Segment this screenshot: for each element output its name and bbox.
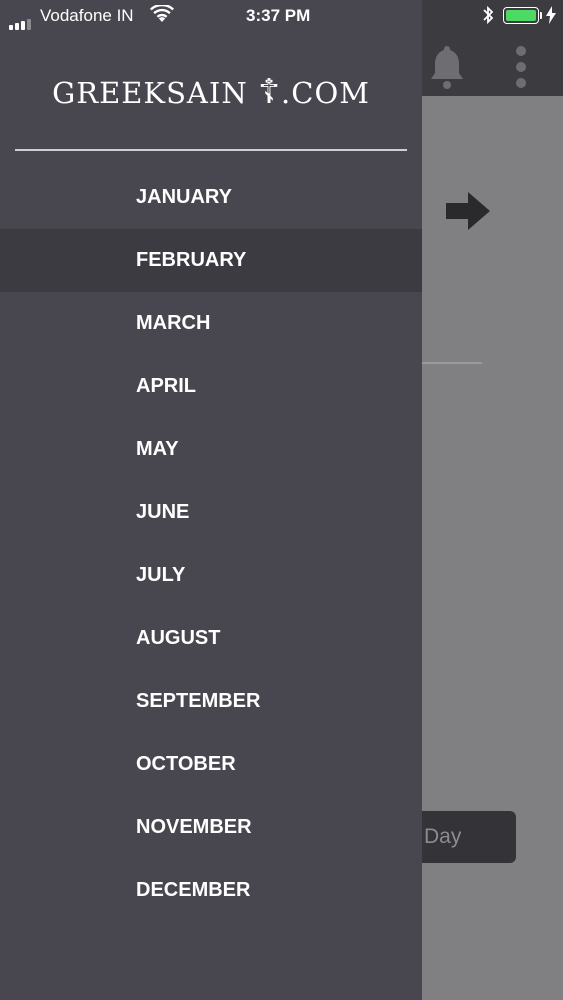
signal-strength-icon: [9, 10, 33, 30]
menu-item-december[interactable]: DECEMBER: [0, 859, 422, 922]
logo-text-right: .COM: [281, 76, 370, 110]
menu-item-march[interactable]: MARCH: [0, 292, 422, 355]
site-logo: GREEKSAIN ☦.COM: [0, 72, 422, 112]
battery-icon: [503, 7, 539, 24]
menu-item-july[interactable]: JULY: [0, 544, 422, 607]
logo-text-left: GREEKSAIN: [52, 76, 248, 110]
menu-item-april[interactable]: APRIL: [0, 355, 422, 418]
bell-icon[interactable]: [430, 44, 464, 90]
drawer-divider: [15, 149, 407, 151]
charging-icon: [546, 6, 556, 24]
menu-item-january[interactable]: JANUARY: [0, 166, 422, 229]
menu-item-november[interactable]: NOVEMBER: [0, 796, 422, 859]
cross-icon: ☦: [257, 72, 282, 112]
navigation-drawer: GREEKSAIN ☦.COM JANUARY FEBRUARY MARCH A…: [0, 0, 422, 1000]
status-bar: Vodafone IN 3:37 PM: [0, 0, 563, 32]
menu-item-may[interactable]: MAY: [0, 418, 422, 481]
content-divider: [422, 362, 482, 364]
menu-item-june[interactable]: JUNE: [0, 481, 422, 544]
menu-item-february[interactable]: FEBRUARY: [0, 229, 422, 292]
menu-item-august[interactable]: AUGUST: [0, 607, 422, 670]
battery-tip: [540, 12, 542, 19]
more-vertical-icon[interactable]: [512, 46, 530, 90]
menu-item-september[interactable]: SEPTEMBER: [0, 670, 422, 733]
carrier-name: Vodafone IN: [40, 6, 134, 25]
month-menu: JANUARY FEBRUARY MARCH APRIL MAY JUNE JU…: [0, 166, 422, 922]
bluetooth-icon: [483, 5, 494, 25]
status-time: 3:37 PM: [246, 6, 311, 25]
arrow-right-icon[interactable]: [444, 190, 492, 232]
menu-item-october[interactable]: OCTOBER: [0, 733, 422, 796]
wifi-icon: [150, 5, 174, 22]
